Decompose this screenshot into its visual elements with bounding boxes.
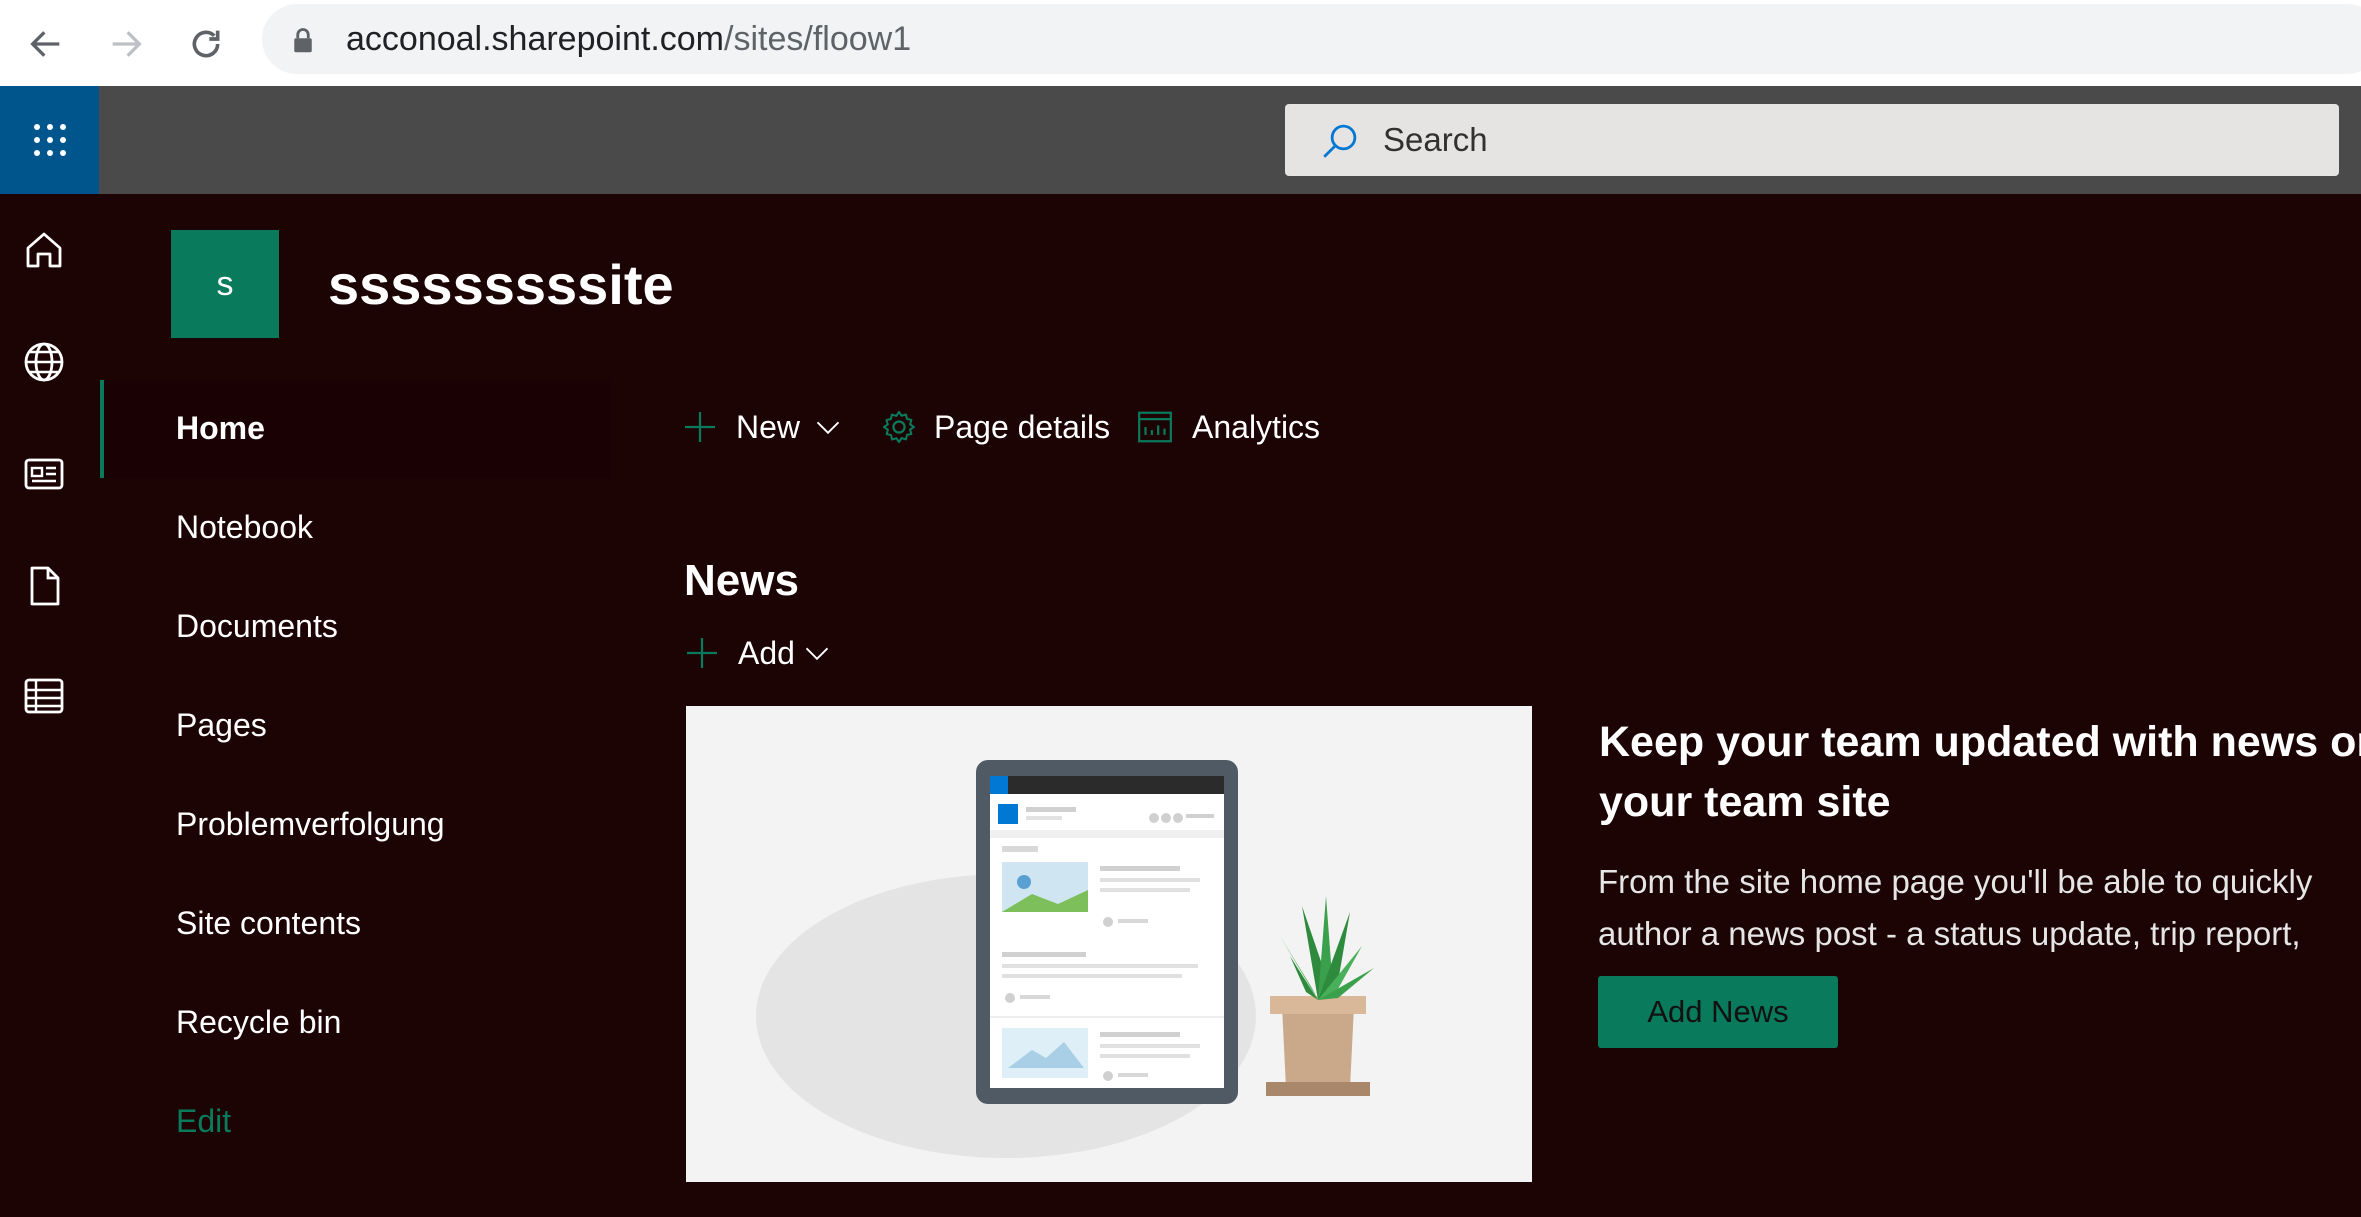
- back-button[interactable]: [16, 14, 76, 74]
- news-promo-title-line: your team site: [1599, 778, 1891, 826]
- forward-arrow-icon: [112, 31, 142, 57]
- nav-edit-link[interactable]: Edit: [100, 1073, 610, 1171]
- news-app-button[interactable]: [20, 450, 68, 498]
- search-icon: [1323, 124, 1357, 158]
- search-box[interactable]: [1285, 104, 2339, 176]
- nav-item-notebook[interactable]: Notebook: [100, 479, 610, 577]
- url-path: /sites/floow1: [724, 20, 912, 58]
- page-details-label: Page details: [934, 408, 1111, 445]
- site-logo[interactable]: s: [171, 230, 279, 338]
- nav-item-site-contents[interactable]: Site contents: [100, 875, 610, 973]
- lock-icon: [294, 28, 312, 53]
- nav-item-label: Pages: [176, 707, 267, 743]
- search-input[interactable]: [1383, 114, 2283, 166]
- page-details-button[interactable]: Page details: [880, 404, 1110, 450]
- nav-item-label: Recycle bin: [176, 1004, 342, 1040]
- news-illustration: [686, 706, 1532, 1182]
- nav-item-pages[interactable]: Pages: [100, 677, 610, 775]
- new-button[interactable]: New: [682, 404, 842, 450]
- news-section-title: News: [684, 556, 799, 605]
- address-bar[interactable]: acconoal.sharepoint.com/sites/floow1: [262, 4, 2361, 74]
- nav-item-documents[interactable]: Documents: [100, 578, 610, 676]
- news-promo-body-line: From the site home page you'll be able t…: [1598, 863, 2313, 900]
- site-logo-letter: s: [216, 264, 234, 303]
- news-promo-title: Keep your team updated with news on your…: [1599, 712, 2361, 832]
- news-promo-title-line: Keep your team updated with news on: [1599, 718, 2361, 766]
- add-news-button[interactable]: Add News: [1598, 976, 1838, 1048]
- analytics-label: Analytics: [1192, 408, 1321, 445]
- add-label: Add: [738, 634, 795, 671]
- nav-item-home[interactable]: Home: [100, 380, 610, 478]
- nav-item-label: Site contents: [176, 905, 361, 941]
- reload-button[interactable]: [176, 14, 236, 74]
- site-title[interactable]: sssssssssite: [328, 252, 674, 317]
- news-promo-body-line: author a news post - a status update, tr…: [1598, 915, 2301, 952]
- app-bar: [0, 194, 88, 1217]
- home-icon: [26, 232, 62, 268]
- forward-button[interactable]: [96, 14, 156, 74]
- news-icon: [24, 458, 64, 490]
- gear-icon: [882, 410, 915, 444]
- files-app-button[interactable]: [20, 562, 68, 610]
- new-label: New: [736, 408, 801, 445]
- chevron-down-icon: [805, 647, 829, 661]
- nav-item-label: Problemverfolgung: [176, 806, 445, 842]
- chevron-down-icon: [816, 421, 840, 435]
- nav-item-label: Documents: [176, 608, 338, 644]
- url-host: acconoal.sharepoint.com: [346, 20, 725, 58]
- analytics-button[interactable]: Analytics: [1136, 404, 1320, 450]
- nav-item-label: Home: [176, 410, 265, 446]
- browser-toolbar: acconoal.sharepoint.com/sites/floow1: [0, 0, 2361, 86]
- news-promo-body: From the site home page you'll be able t…: [1598, 856, 2361, 960]
- add-news-dropdown[interactable]: Add: [684, 630, 831, 676]
- list-icon: [24, 678, 64, 714]
- nav-item-recycle-bin[interactable]: Recycle bin: [100, 974, 610, 1072]
- sites-app-button[interactable]: [20, 338, 68, 386]
- back-arrow-icon: [30, 31, 60, 57]
- active-indicator: [100, 380, 104, 478]
- reload-icon: [192, 30, 220, 58]
- suite-bar: [0, 86, 2361, 194]
- url-text: acconoal.sharepoint.com/sites/floow1: [346, 20, 911, 59]
- home-app-button[interactable]: [20, 226, 68, 274]
- globe-icon: [24, 342, 64, 382]
- lists-app-button[interactable]: [20, 672, 68, 720]
- nav-item-label: Edit: [176, 1103, 232, 1139]
- nav-item-label: Notebook: [176, 509, 313, 545]
- document-icon: [30, 566, 60, 606]
- app-launcher-button[interactable]: [0, 86, 99, 194]
- plus-icon: [685, 412, 715, 442]
- nav-item-problemverfolgung[interactable]: Problemverfolgung: [100, 776, 610, 874]
- plus-icon: [687, 638, 717, 668]
- tablet-plant-illustration: [756, 760, 1374, 1158]
- analytics-icon: [1138, 411, 1172, 443]
- waffle-icon: [33, 124, 66, 156]
